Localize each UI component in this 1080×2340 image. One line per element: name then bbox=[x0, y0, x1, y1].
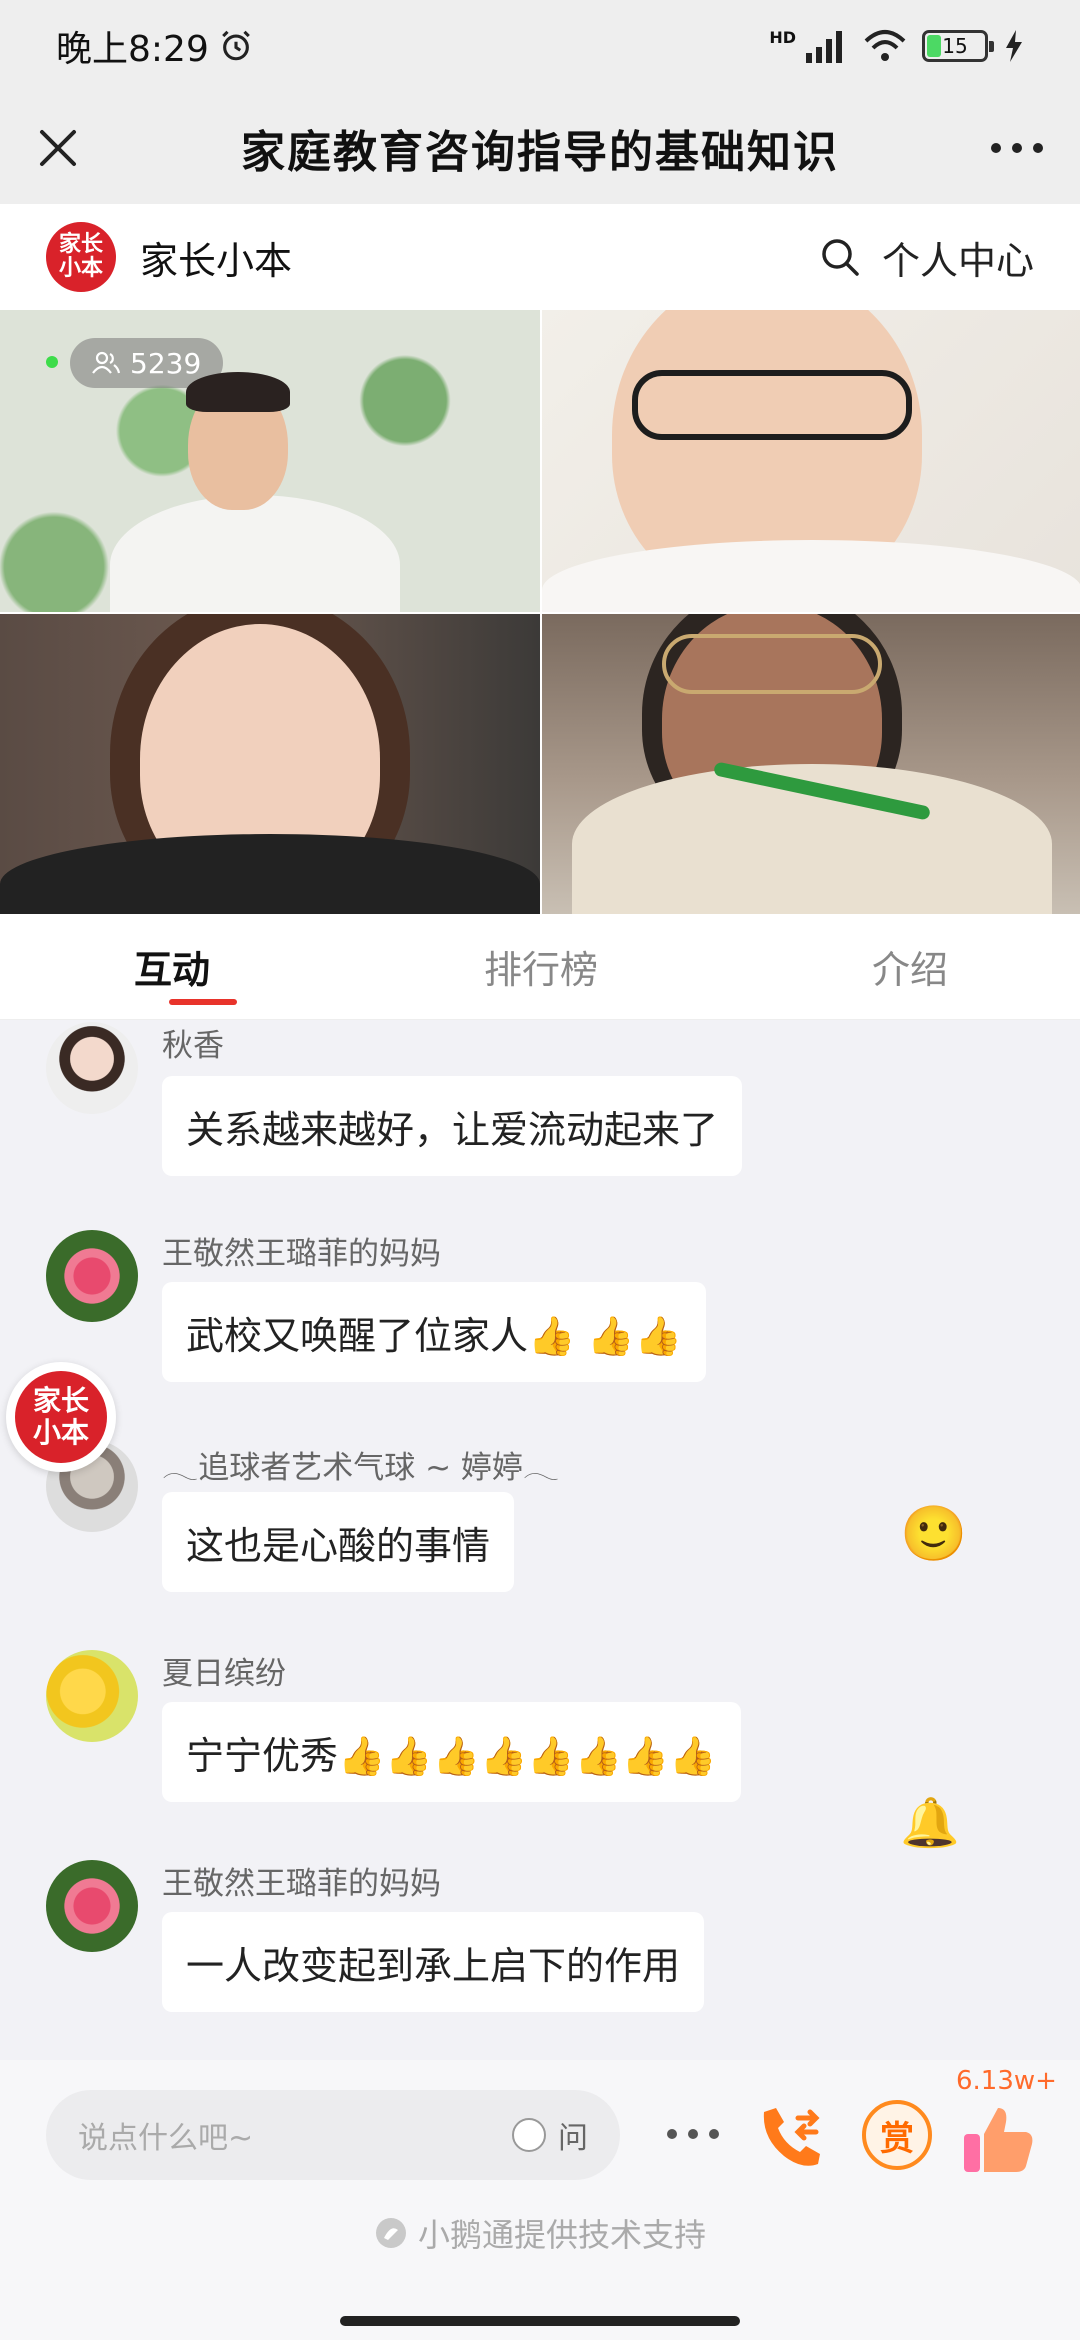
logo-text-2: 小本 bbox=[58, 256, 103, 281]
message-bubble: 武校又唤醒了位家人👍 👍👍 bbox=[162, 1282, 707, 1382]
comment-placeholder: 说点什么吧~ bbox=[78, 2121, 254, 2156]
xiaoetong-logo-icon bbox=[375, 2218, 406, 2248]
title-bar: 家庭教育咨询指导的基础知识 bbox=[0, 92, 1080, 204]
message-username: 夏日缤纷 bbox=[162, 1656, 286, 1692]
tab-interaction[interactable]: 互动 bbox=[0, 914, 405, 1019]
status-time-group: 晚上8:29 bbox=[56, 20, 253, 72]
battery-icon: 15 bbox=[922, 30, 994, 62]
user-avatar[interactable] bbox=[46, 1860, 138, 1952]
status-time: 晚上8:29 bbox=[56, 29, 209, 70]
bell-emoji-float: 🔔 bbox=[900, 1795, 960, 1851]
user-avatar[interactable] bbox=[46, 1650, 138, 1742]
people-icon bbox=[92, 351, 120, 374]
channel-name[interactable]: 家长小本 bbox=[140, 230, 292, 285]
signal-icon bbox=[806, 31, 842, 63]
comment-input[interactable]: 说点什么吧~ 问 bbox=[46, 2090, 620, 2180]
chat-messages[interactable]: 秋香 关系越来越好，让爱流动起来了 王敬然王璐菲的妈妈 武校又唤醒了位家人👍 👍… bbox=[0, 1020, 1080, 2060]
ask-radio-icon bbox=[512, 2118, 546, 2152]
ask-label: 问 bbox=[558, 2121, 588, 2156]
tab-bar: 互动 排行榜 介绍 bbox=[0, 914, 1080, 1020]
float-logo-text-1: 家长 bbox=[32, 1384, 89, 1417]
tab-introduction[interactable]: 介绍 bbox=[677, 914, 1080, 1019]
hd-label: HD bbox=[769, 27, 796, 47]
logo-text-1: 家长 bbox=[58, 232, 103, 257]
message-bubble: 一人改变起到承上启下的作用 bbox=[162, 1912, 705, 2012]
message-username: 王敬然王璐菲的妈妈 bbox=[162, 1236, 441, 1272]
live-indicator bbox=[46, 356, 58, 368]
video-tile-guest-3[interactable] bbox=[542, 614, 1080, 916]
channel-bar: 家长 小本 家长小本 个人中心 bbox=[0, 204, 1080, 310]
user-avatar[interactable] bbox=[46, 1230, 138, 1322]
guest1-body bbox=[542, 540, 1080, 612]
user-avatar[interactable] bbox=[46, 1022, 138, 1114]
more-dots-icon bbox=[991, 143, 1043, 153]
battery-level: 15 bbox=[942, 34, 968, 58]
tab-ranking[interactable]: 排行榜 bbox=[405, 914, 676, 1019]
host-hair bbox=[186, 372, 290, 412]
message-username: 𓂃追球者艺术气球 ~ 婷婷𓂃 bbox=[162, 1450, 560, 1486]
page-title: 家庭教育咨询指导的基础知识 bbox=[241, 127, 839, 178]
float-logo-text-2: 小本 bbox=[32, 1416, 89, 1449]
search-icon[interactable] bbox=[820, 237, 860, 277]
more-options-button[interactable] bbox=[982, 118, 1052, 178]
personal-center-link[interactable]: 个人中心 bbox=[882, 230, 1034, 285]
channel-logo[interactable]: 家长 小本 bbox=[46, 222, 116, 292]
like-count: 6.13w+ bbox=[956, 2066, 1057, 2096]
guest1-glasses bbox=[632, 370, 912, 440]
charging-icon bbox=[1006, 30, 1022, 62]
video-tile-guest-1[interactable] bbox=[542, 310, 1080, 612]
close-button[interactable] bbox=[28, 118, 88, 178]
close-icon bbox=[40, 130, 76, 166]
more-actions-button[interactable] bbox=[658, 2104, 728, 2164]
status-bar: 晚上8:29 HD 15 bbox=[0, 0, 1080, 92]
message-username: 秋香 bbox=[162, 1028, 224, 1064]
smile-emoji-float: 🙂 bbox=[900, 1502, 968, 1565]
wifi-icon bbox=[864, 30, 906, 61]
message-username: 王敬然王璐菲的妈妈 bbox=[162, 1866, 441, 1902]
ask-question-toggle[interactable]: 问 bbox=[512, 2113, 588, 2157]
viewer-count: 5239 bbox=[130, 346, 202, 380]
home-indicator[interactable] bbox=[340, 2316, 740, 2326]
alarm-icon bbox=[221, 30, 250, 61]
status-icons: HD 15 bbox=[769, 27, 1024, 63]
message-bubble: 关系越来越好，让爱流动起来了 bbox=[162, 1076, 743, 1176]
message-bubble: 这也是心酸的事情 bbox=[162, 1492, 515, 1592]
more-dots-icon bbox=[667, 2129, 719, 2139]
guest3-glasses bbox=[662, 634, 882, 694]
support-text: 小鹅通提供技术支持 bbox=[417, 2216, 706, 2254]
thumbs-up-icon[interactable] bbox=[962, 2104, 1034, 2176]
video-tile-guest-2[interactable] bbox=[0, 614, 540, 916]
host-body bbox=[110, 495, 400, 612]
guest2-body bbox=[0, 834, 540, 916]
message-bubble: 宁宁优秀👍👍👍👍👍👍👍👍 bbox=[162, 1702, 741, 1802]
tech-support-footer: 小鹅通提供技术支持 bbox=[0, 2210, 1080, 2256]
video-tile-host[interactable]: 5239 bbox=[0, 310, 540, 612]
bottom-input-bar: 说点什么吧~ 问 赏 6.13w+ 小鹅通提供技术支持 bbox=[0, 2060, 1080, 2340]
channel-actions: 个人中心 bbox=[820, 230, 1034, 285]
phone-call-icon[interactable] bbox=[754, 2098, 830, 2174]
reward-button[interactable]: 赏 bbox=[862, 2100, 932, 2170]
floating-logo-button[interactable]: 家长 小本 bbox=[6, 1362, 116, 1472]
video-grid: 5239 bbox=[0, 310, 1080, 916]
